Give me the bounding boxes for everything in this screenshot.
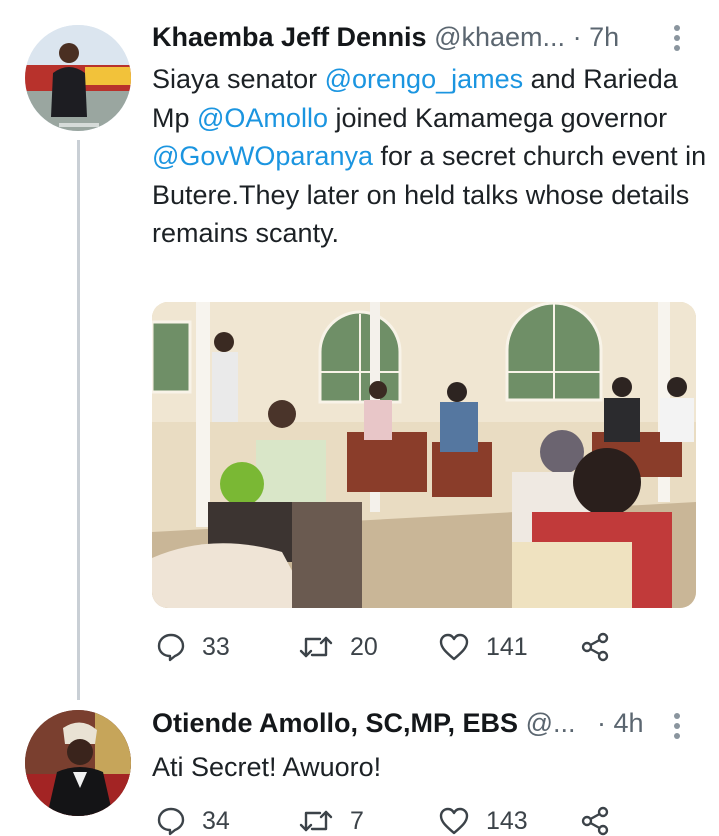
like-count: 141: [486, 632, 528, 661]
mention-govwoparanya[interactable]: @GovWOparanya: [152, 141, 373, 171]
author-handle[interactable]: @khaem...: [434, 22, 565, 52]
retweet-button[interactable]: 20: [298, 632, 378, 662]
like-button[interactable]: 141: [438, 632, 528, 662]
retweet-button[interactable]: 7: [298, 806, 364, 836]
reply-icon: [157, 633, 185, 662]
mention-oamollo[interactable]: @OAmollo: [197, 103, 328, 133]
avatar-otiende[interactable]: [25, 710, 131, 816]
like-count: 143: [486, 806, 528, 835]
avatar-khaemba[interactable]: [25, 25, 131, 131]
separator-dot: ·: [572, 22, 582, 52]
reply-count: 34: [202, 806, 230, 835]
share-icon: [581, 632, 609, 662]
share-button[interactable]: [580, 806, 626, 836]
like-icon: [439, 807, 469, 835]
author-name[interactable]: Otiende Amollo, SC,MP, EBS: [152, 708, 518, 738]
tweet1-header: Khaemba Jeff Dennis @khaem... · 7h: [152, 22, 619, 53]
more-menu-icon[interactable]: [671, 712, 683, 745]
tweet2-text: Ati Secret! Awuoro!: [152, 752, 382, 782]
reply-button[interactable]: 33: [156, 632, 230, 662]
tweet1-text: Siaya senator @orengo_james and Rarieda …: [152, 64, 707, 248]
tweet-time[interactable]: 7h: [589, 22, 619, 52]
tweet-time[interactable]: 4h: [614, 708, 644, 738]
share-icon: [581, 806, 609, 836]
like-icon: [439, 633, 469, 661]
like-button[interactable]: 143: [438, 806, 528, 836]
thread-line: [77, 140, 80, 700]
retweet-count: 7: [350, 806, 364, 835]
reply-icon: [157, 807, 185, 836]
retweet-icon: [299, 810, 333, 832]
retweet-count: 20: [350, 632, 378, 661]
more-menu-icon[interactable]: [671, 24, 683, 57]
author-name[interactable]: Khaemba Jeff Dennis: [152, 22, 427, 52]
reply-count: 33: [202, 632, 230, 661]
reply-button[interactable]: 34: [156, 806, 230, 836]
separator-dot: ·: [597, 708, 607, 738]
tweet-photo[interactable]: [152, 302, 696, 608]
tweet2-header: Otiende Amollo, SC,MP, EBS @... · 4h: [152, 708, 644, 739]
author-handle[interactable]: @...: [526, 708, 576, 738]
retweet-icon: [299, 636, 333, 658]
share-button[interactable]: [580, 632, 626, 662]
mention-orengo[interactable]: @orengo_james: [325, 64, 524, 94]
